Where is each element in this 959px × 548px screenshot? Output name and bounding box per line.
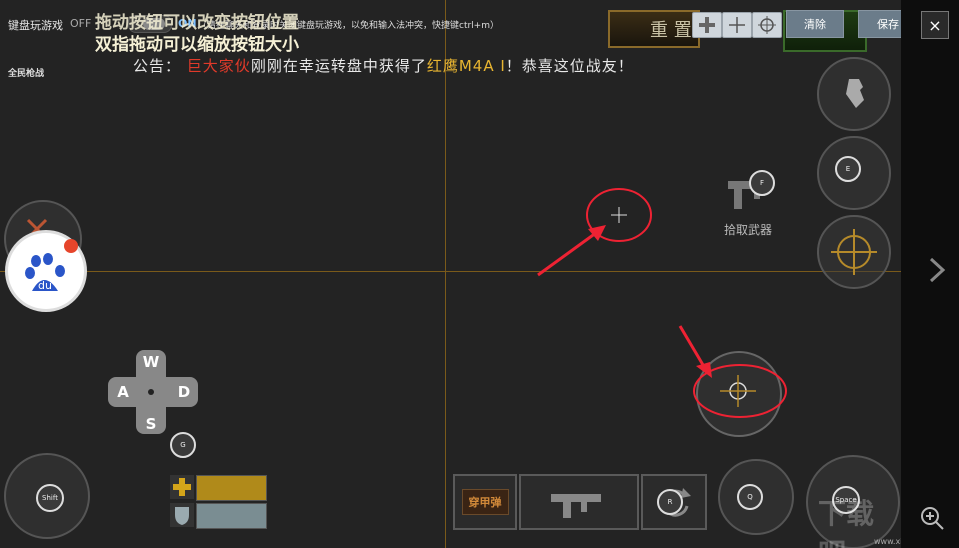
key-r[interactable]: R xyxy=(657,489,683,515)
smg-icon xyxy=(551,494,601,518)
keyboard-mode-title: 键盘玩游戏 xyxy=(8,19,63,32)
key-s[interactable]: S xyxy=(141,415,161,433)
dpad-tool-icon[interactable] xyxy=(692,12,722,38)
horizontal-guide-line xyxy=(0,271,901,272)
close-button[interactable]: × xyxy=(921,11,949,39)
ammo-label: 穿甲弹 xyxy=(461,489,509,515)
reset-button[interactable]: 重 置 xyxy=(608,10,700,48)
pickup-weapon-label: 拾取武器 xyxy=(724,223,773,237)
weapon-slot[interactable] xyxy=(519,474,639,530)
grenade-button[interactable] xyxy=(817,57,891,131)
health-plus-icon xyxy=(170,475,194,499)
aim-icon xyxy=(831,229,877,275)
grenade-icon xyxy=(846,79,864,108)
announcement-suffix: ！恭喜这位战友！ xyxy=(505,57,634,75)
key-g[interactable]: G xyxy=(170,432,196,458)
key-e[interactable]: E xyxy=(835,156,861,182)
key-shift[interactable]: Shift xyxy=(36,484,64,512)
key-q[interactable]: Q xyxy=(737,484,763,510)
armor-bar xyxy=(196,503,267,529)
baidu-floating-button[interactable]: du xyxy=(8,233,84,309)
announcement-middle: 刚刚在幸运转盘中获得了 xyxy=(250,57,427,75)
clear-button[interactable]: 清除 xyxy=(786,10,844,38)
fire-crosshair-annotation xyxy=(678,325,787,418)
save-button[interactable]: 保存 xyxy=(858,10,901,38)
announcement-prefix: 公告： xyxy=(133,57,182,75)
game-stage[interactable]: 键盘玩游戏 OFF ON （请在聊天和登录时关闭键盘玩游戏，以免和输入法冲突，快… xyxy=(0,0,901,548)
game-mode-label: 全民枪战 xyxy=(8,69,45,79)
key-w[interactable]: W xyxy=(141,353,161,371)
crosshair-tool-icon[interactable] xyxy=(722,12,752,38)
right-panel: × xyxy=(901,0,959,548)
announcement-item: 红鹰M4A I xyxy=(426,57,506,75)
announcement-player: 巨大家伙 xyxy=(186,57,251,75)
watermark-url: www.xiazaiba.com xyxy=(874,537,901,546)
dpad[interactable]: W A S D xyxy=(108,350,198,434)
baidu-paw-icon: du xyxy=(25,253,65,292)
zoom-icon[interactable] xyxy=(919,505,945,531)
aim-tool-icon[interactable] xyxy=(752,12,782,38)
scale-hint: 双指拖动可以缩放按钮大小 xyxy=(95,35,299,55)
armor-shield-icon xyxy=(170,503,194,527)
announcement: 公告： 巨大家伙刚刚在幸运转盘中获得了红鹰M4A I！恭喜这位战友！ xyxy=(133,55,634,76)
off-label: OFF xyxy=(70,17,92,30)
center-crosshair-annotation xyxy=(537,188,652,277)
key-d[interactable]: D xyxy=(174,383,194,401)
vertical-guide-line xyxy=(445,0,446,548)
aim-button[interactable] xyxy=(817,215,891,289)
chevron-right-icon[interactable] xyxy=(927,255,947,285)
armor-piercing-ammo-button[interactable]: 穿甲弹 xyxy=(453,474,517,530)
key-a[interactable]: A xyxy=(113,383,133,401)
baidu-text: du xyxy=(38,279,52,292)
health-bar xyxy=(196,475,267,501)
key-f[interactable]: F xyxy=(749,170,775,196)
